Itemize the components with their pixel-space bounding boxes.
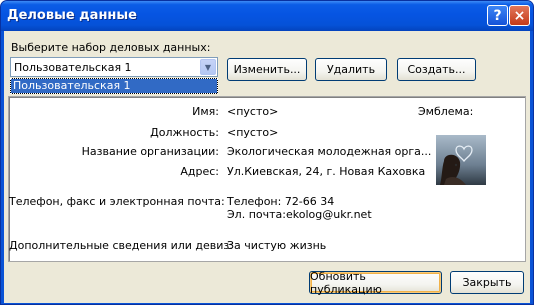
close-icon: × [513,7,526,24]
business-data-set-select[interactable]: Пользовательская 1 ▼ [10,57,218,77]
chevron-down-icon[interactable]: ▼ [200,59,216,75]
address-value: Ул.Киевская, 24, г. Новая Каховка [227,165,426,178]
dialog-window: Деловые данные ? × Выберите набор деловы… [0,0,534,305]
name-label: Имя: [192,105,219,118]
help-icon: ? [493,7,502,24]
help-button[interactable]: ? [487,5,508,26]
edit-button[interactable]: Изменить... [227,58,307,81]
emblem-label: Эмблема: [418,105,474,118]
contacts-label: Телефон, факс и электронная почта: [9,195,225,208]
dropdown-option[interactable]: Пользовательская 1 [10,78,218,94]
close-window-button[interactable]: × [509,5,530,26]
organization-label: Название организации: [81,145,219,158]
business-data-preview: Имя: <пусто> Должность: <пусто> Название… [8,96,526,262]
title-bar[interactable]: Деловые данные ? × [1,1,533,31]
update-publication-button[interactable]: Обновить публикацию [309,270,442,296]
position-value: <пусто> [227,126,279,139]
window-title: Деловые данные [7,8,137,23]
position-label: Должность: [150,126,219,139]
emblem-image [436,135,486,185]
address-label: Адрес: [180,165,219,178]
dropdown-list: Пользовательская 1 [10,78,218,94]
close-button[interactable]: Закрыть [450,271,524,294]
delete-button[interactable]: Удалить [315,58,387,81]
select-set-label: Выберите набор деловых данных: [11,41,211,54]
selected-set-value: Пользовательская 1 [14,61,132,74]
dialog-body: Выберите набор деловых данных: Пользоват… [4,31,530,303]
create-button[interactable]: Создать... [397,58,476,81]
organization-value: Экологическая молодежная орга... [227,145,432,158]
email-value: Эл. почта:ekolog@ukr.net [227,208,372,221]
name-value: <пусто> [227,105,279,118]
motto-value: За чистую жизнь [227,239,327,252]
phone-value: Телефон: 72-66 34 [227,195,335,208]
motto-label: Дополнительные сведения или девиз: [9,239,233,252]
